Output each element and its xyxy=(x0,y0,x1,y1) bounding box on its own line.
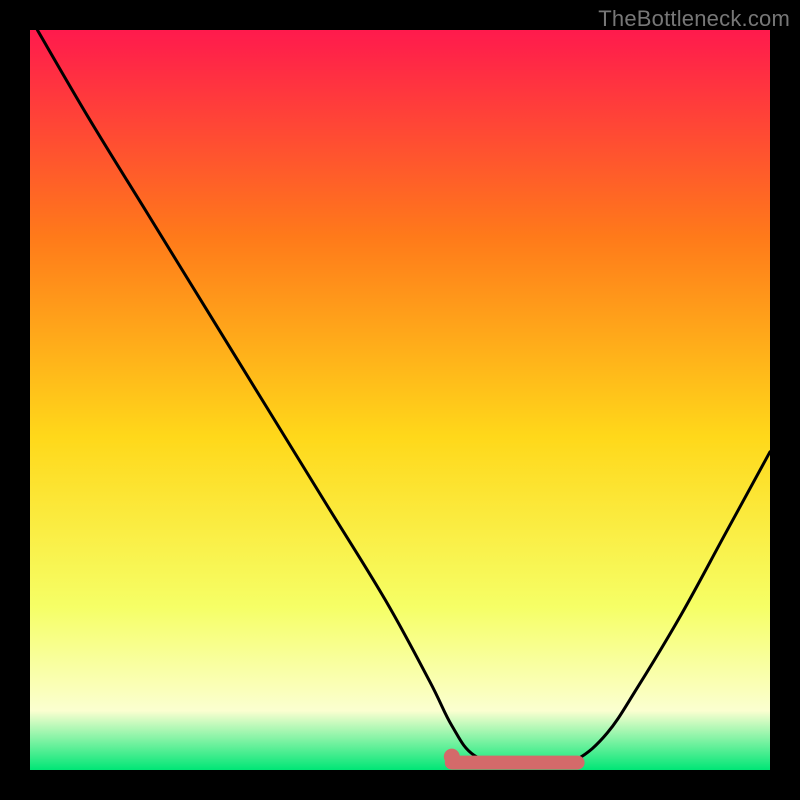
chart-container: TheBottleneck.com xyxy=(0,0,800,800)
plot-area xyxy=(30,30,770,770)
bottleneck-curve xyxy=(37,30,770,768)
highlight-start-dot xyxy=(444,749,460,765)
curve-svg xyxy=(30,30,770,770)
watermark-text: TheBottleneck.com xyxy=(598,6,790,32)
